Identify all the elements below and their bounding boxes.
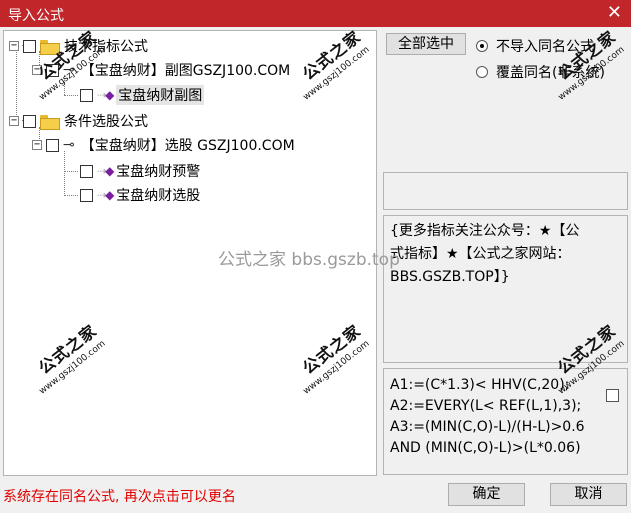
cancel-button[interactable]: 取消 — [550, 483, 627, 506]
formula-gem-icon: ⇢◆ — [97, 164, 114, 178]
formula-gem-icon: ⇢◆ — [97, 188, 114, 202]
tree-line — [64, 95, 78, 96]
tree-node-label: 【宝盘纳财】选股 GSZJ100.COM — [80, 138, 295, 154]
tree-node-label: 宝盘纳财选股 — [116, 188, 201, 204]
formula-source: A1:=(C*1.3)< HHV(C,20); A2:=EVERY(L< REF… — [383, 368, 628, 475]
dialog-body: − 技术指标公式 − ⊸ 【宝盘纳财】副图GSZJ100.COM ⇢◆ 宝盘纳财… — [0, 27, 631, 513]
formula-line: A3:=(MIN(C,O)-L)/(H-L)>0.6 — [390, 419, 585, 435]
tree-node-stock-selection[interactable]: − 条件选股公式 — [9, 111, 148, 131]
formula-line: A2:=EVERY(L< REF(L,1),3); — [390, 398, 582, 414]
key-icon: ⊸ — [63, 62, 75, 78]
description-line: {更多指标关注公众号：★【公 — [390, 223, 580, 239]
window-title: 导入公式 — [8, 8, 64, 24]
tree-checkbox[interactable] — [46, 63, 59, 77]
tree-checkbox[interactable] — [23, 114, 36, 128]
option-label: 不导入同名公式 — [496, 39, 594, 55]
tree-line — [64, 151, 65, 196]
collapse-icon[interactable]: − — [32, 140, 42, 150]
formula-description: {更多指标关注公众号：★【公 式指标】★【公式之家网站： BBS.GSZB.TO… — [383, 215, 628, 363]
formula-gem-icon: ⇢◆ — [97, 88, 114, 102]
select-all-button[interactable]: 全部选中 — [386, 33, 466, 55]
option-label: 覆盖同名(非系统) — [496, 65, 605, 81]
description-line: 式指标】★【公式之家网站： — [390, 246, 571, 262]
status-message: 系统存在同名公式, 再次点击可以更名 — [3, 489, 236, 505]
option-no-import-same[interactable]: 不导入同名公式 — [476, 36, 594, 56]
formula-line: AND (MIN(C,O)-L)>(L*0.06) — [390, 440, 581, 456]
tree-node-selection[interactable]: ⇢◆ 宝盘纳财选股 — [80, 185, 200, 205]
tree-checkbox[interactable] — [80, 188, 93, 202]
tree-node-label: 宝盘纳财预警 — [116, 164, 201, 180]
tree-line — [64, 195, 78, 196]
tree-node-label: 条件选股公式 — [64, 114, 148, 130]
center-watermark: 公式之家 bbs.gszb.top — [218, 250, 400, 270]
tree-node-subchart-group[interactable]: − ⊸ 【宝盘纳财】副图GSZJ100.COM — [32, 60, 290, 80]
tree-node-alert[interactable]: ⇢◆ 宝盘纳财预警 — [80, 161, 200, 181]
tree-node-label: 技术指标公式 — [64, 39, 148, 55]
radio-button[interactable] — [476, 66, 488, 78]
tree-checkbox[interactable] — [46, 138, 59, 152]
tree-node-subchart[interactable]: ⇢◆ 宝盘纳财副图 — [80, 85, 205, 105]
collapse-icon[interactable]: − — [9, 41, 19, 51]
formula-checkbox[interactable] — [606, 389, 619, 402]
tree-checkbox[interactable] — [23, 39, 36, 53]
tree-node-selection-group[interactable]: − ⊸ 【宝盘纳财】选股 GSZJ100.COM — [32, 135, 295, 155]
tree-checkbox[interactable] — [80, 88, 93, 102]
folder-icon — [40, 114, 60, 130]
folder-icon — [40, 39, 60, 55]
option-overwrite-same[interactable]: 覆盖同名(非系统) — [476, 62, 605, 82]
key-icon: ⊸ — [63, 137, 75, 153]
tree-checkbox[interactable] — [80, 164, 93, 178]
tree-node-label: 【宝盘纳财】副图GSZJ100.COM — [80, 63, 291, 79]
radio-button[interactable] — [476, 40, 488, 52]
description-line: BBS.GSZB.TOP】} — [390, 269, 510, 285]
empty-panel — [383, 172, 628, 210]
ok-button[interactable]: 确定 — [448, 483, 525, 506]
tree-node-label: 宝盘纳财副图 — [116, 85, 205, 105]
close-icon[interactable]: ✕ — [607, 2, 622, 23]
formula-line: A1:=(C*1.3)< HHV(C,20); — [390, 377, 570, 393]
tree-line — [64, 171, 78, 172]
collapse-icon[interactable]: − — [9, 116, 19, 126]
title-bar: 导入公式 ✕ — [0, 0, 631, 27]
collapse-icon[interactable]: − — [32, 65, 42, 75]
tree-node-tech-indicators[interactable]: − 技术指标公式 — [9, 36, 148, 56]
